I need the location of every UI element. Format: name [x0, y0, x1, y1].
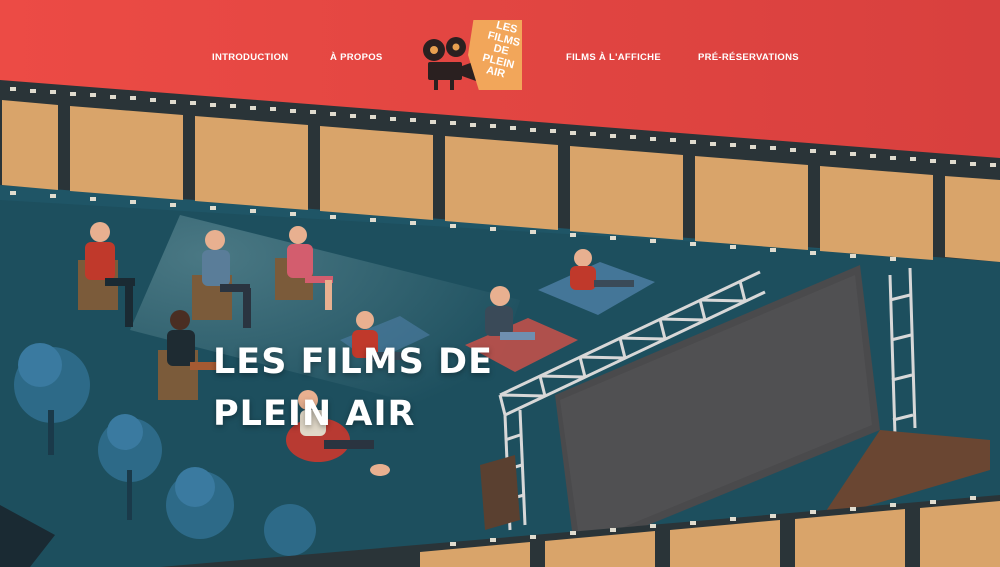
hero-title-line-2: PLEIN AIR [213, 394, 416, 434]
hero-title: LES FILMS DE PLEIN AIR [213, 336, 593, 440]
site-logo[interactable]: LES FILMS DE PLEIN AIR [420, 18, 524, 94]
nav-link-pre-reservations[interactable]: PRÉ-RÉSERVATIONS [698, 52, 799, 63]
nav-link-films-a-laffiche[interactable]: FILMS À L'AFFICHE [566, 52, 661, 63]
hero-title-line-1: LES FILMS DE [213, 342, 494, 382]
main-navigation: INTRODUCTION À PROPOS LES FILMS DE PLEIN… [0, 0, 1000, 110]
nav-link-introduction[interactable]: INTRODUCTION [212, 52, 288, 63]
nav-link-a-propos[interactable]: À PROPOS [330, 52, 383, 63]
